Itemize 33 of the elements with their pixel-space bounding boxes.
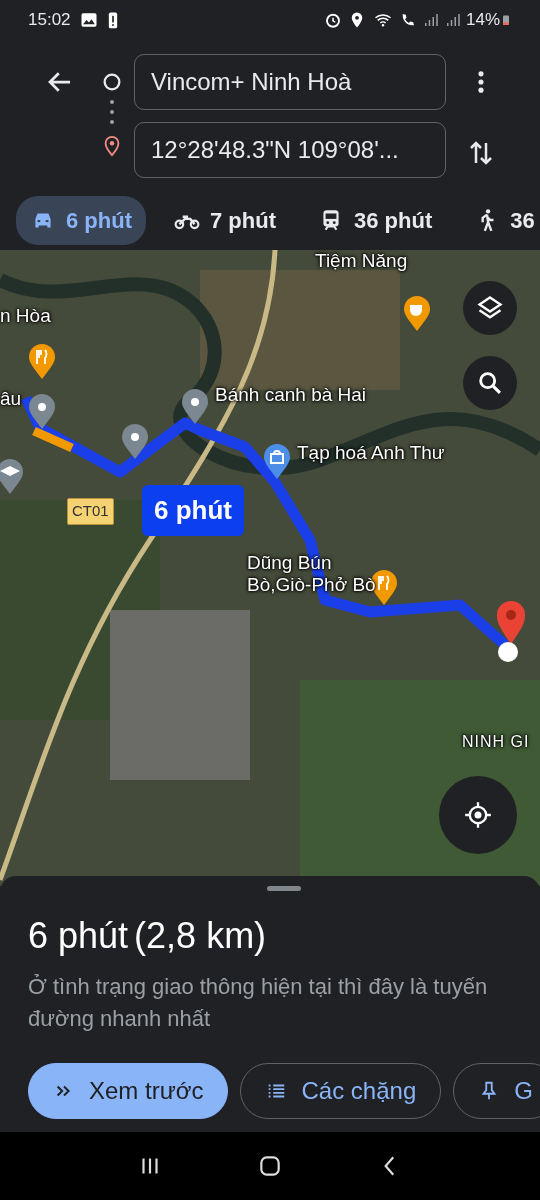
alarm-icon (323, 11, 342, 29)
route-dots-icon (109, 99, 115, 125)
map-label: Tạp hoá Anh Thư (297, 442, 445, 464)
route-distance: (2,8 km) (134, 914, 267, 958)
map-label: Tiệm Năng (315, 250, 408, 272)
school-pin-icon[interactable] (0, 459, 24, 495)
search-icon (476, 369, 504, 397)
coffee-pin-icon[interactable] (403, 296, 431, 332)
origin-circle-icon (101, 71, 123, 93)
route-duration: 6 phút (28, 914, 129, 958)
my-location-icon (464, 801, 492, 829)
drag-handle[interactable] (267, 886, 301, 891)
destination-field[interactable]: 12°28'48.3"N 109°08'... (134, 122, 446, 178)
battery-percent: 14% (465, 9, 500, 32)
restaurant-pin-icon[interactable] (28, 344, 56, 380)
travel-mode-tab[interactable]: 36 (460, 195, 540, 245)
place-pin-icon[interactable] (121, 424, 149, 460)
route-note: Ở tình trạng giao thông hiện tại thì đây là tuyến đường nhanh nhất (28, 973, 489, 1033)
map-label: NINH GI (462, 733, 530, 752)
place-pin-icon[interactable] (28, 394, 56, 430)
map-label: n Hòa (0, 305, 51, 327)
place-pin-icon[interactable] (181, 389, 209, 425)
route-time-label[interactable]: 6 phút (142, 485, 244, 536)
shopping-bag-pin-icon[interactable] (263, 444, 291, 480)
travel-mode-tab[interactable]: 6 phút (16, 195, 146, 245)
map-label: âu (0, 388, 22, 410)
home-icon[interactable] (257, 1153, 283, 1179)
road-sign: CT01 (67, 498, 114, 525)
action-button[interactable]: Xem trước (28, 1062, 229, 1119)
travel-mode-tab[interactable]: 36 phút (304, 195, 447, 245)
origin-field[interactable]: Vincom+ Ninh Hoà (134, 54, 446, 110)
status-time: 15:02 (28, 9, 71, 32)
travel-mode-tab[interactable]: 7 phút (160, 195, 290, 245)
